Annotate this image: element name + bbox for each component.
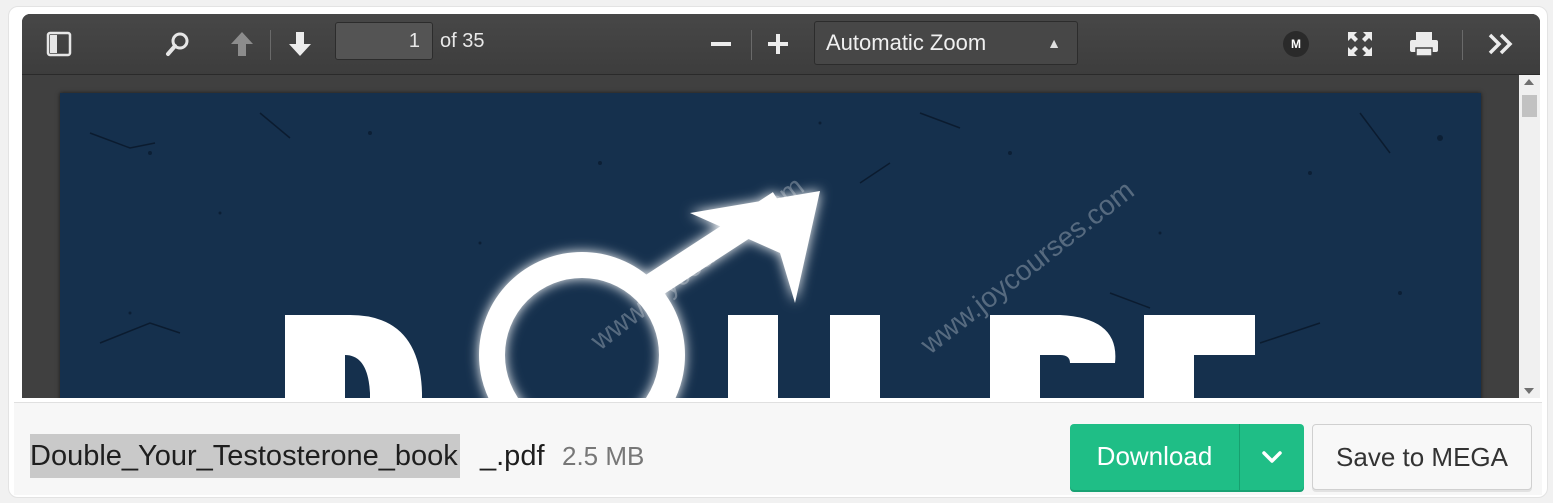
toolbar-separator xyxy=(1462,30,1463,60)
cover-title-letters xyxy=(285,315,1255,398)
save-to-mega-button[interactable]: Save to MEGA xyxy=(1312,424,1532,490)
page-number-input[interactable]: 1 xyxy=(335,22,433,60)
previous-page-icon[interactable] xyxy=(226,28,258,60)
file-size: 2.5 MB xyxy=(562,441,645,471)
scroll-down-arrow-icon[interactable] xyxy=(1524,388,1534,394)
pdf-page-cover: www.joycourses.com www.joycourses.com xyxy=(60,93,1481,398)
tools-icon[interactable] xyxy=(1485,28,1517,60)
download-button[interactable]: Download xyxy=(1070,424,1304,490)
scroll-thumb[interactable] xyxy=(1522,95,1537,117)
zoom-select[interactable]: Automatic Zoom ▲ xyxy=(814,21,1078,65)
zoom-out-icon[interactable] xyxy=(705,28,737,60)
fullscreen-icon[interactable] xyxy=(1344,28,1376,60)
page-count-label: of 35 xyxy=(440,30,485,52)
file-info-bar: Double_Your_Testosterone_book _.pdf 2.5 … xyxy=(14,402,1542,495)
vertical-scrollbar[interactable] xyxy=(1519,75,1540,398)
mega-icon[interactable]: M xyxy=(1283,31,1309,57)
toolbar-separator xyxy=(751,30,752,60)
pdf-toolbar: 1 of 35 Automatic Zoom ▲ M xyxy=(22,14,1540,75)
zoom-in-icon[interactable] xyxy=(762,28,794,60)
print-icon[interactable] xyxy=(1408,28,1440,60)
scroll-up-arrow-icon[interactable] xyxy=(1524,79,1534,85)
select-caret-icon: ▲ xyxy=(1047,35,1061,51)
toolbar-separator xyxy=(270,30,271,60)
pdf-viewer: 1 of 35 Automatic Zoom ▲ M www.joycourse… xyxy=(22,14,1540,398)
next-page-icon[interactable] xyxy=(284,28,316,60)
pdf-canvas-area[interactable]: www.joycourses.com www.joycourses.com xyxy=(22,75,1519,398)
search-icon[interactable] xyxy=(162,28,194,60)
download-button-label[interactable]: Download xyxy=(1070,424,1239,490)
file-extension: _.pdf xyxy=(480,440,545,472)
file-name: Double_Your_Testosterone_book xyxy=(30,434,460,478)
chevron-down-icon[interactable] xyxy=(1240,424,1304,490)
zoom-select-value: Automatic Zoom xyxy=(826,30,987,55)
sidebar-toggle-icon[interactable] xyxy=(43,28,75,60)
cover-artwork: www.joycourses.com www.joycourses.com xyxy=(89,112,1443,398)
